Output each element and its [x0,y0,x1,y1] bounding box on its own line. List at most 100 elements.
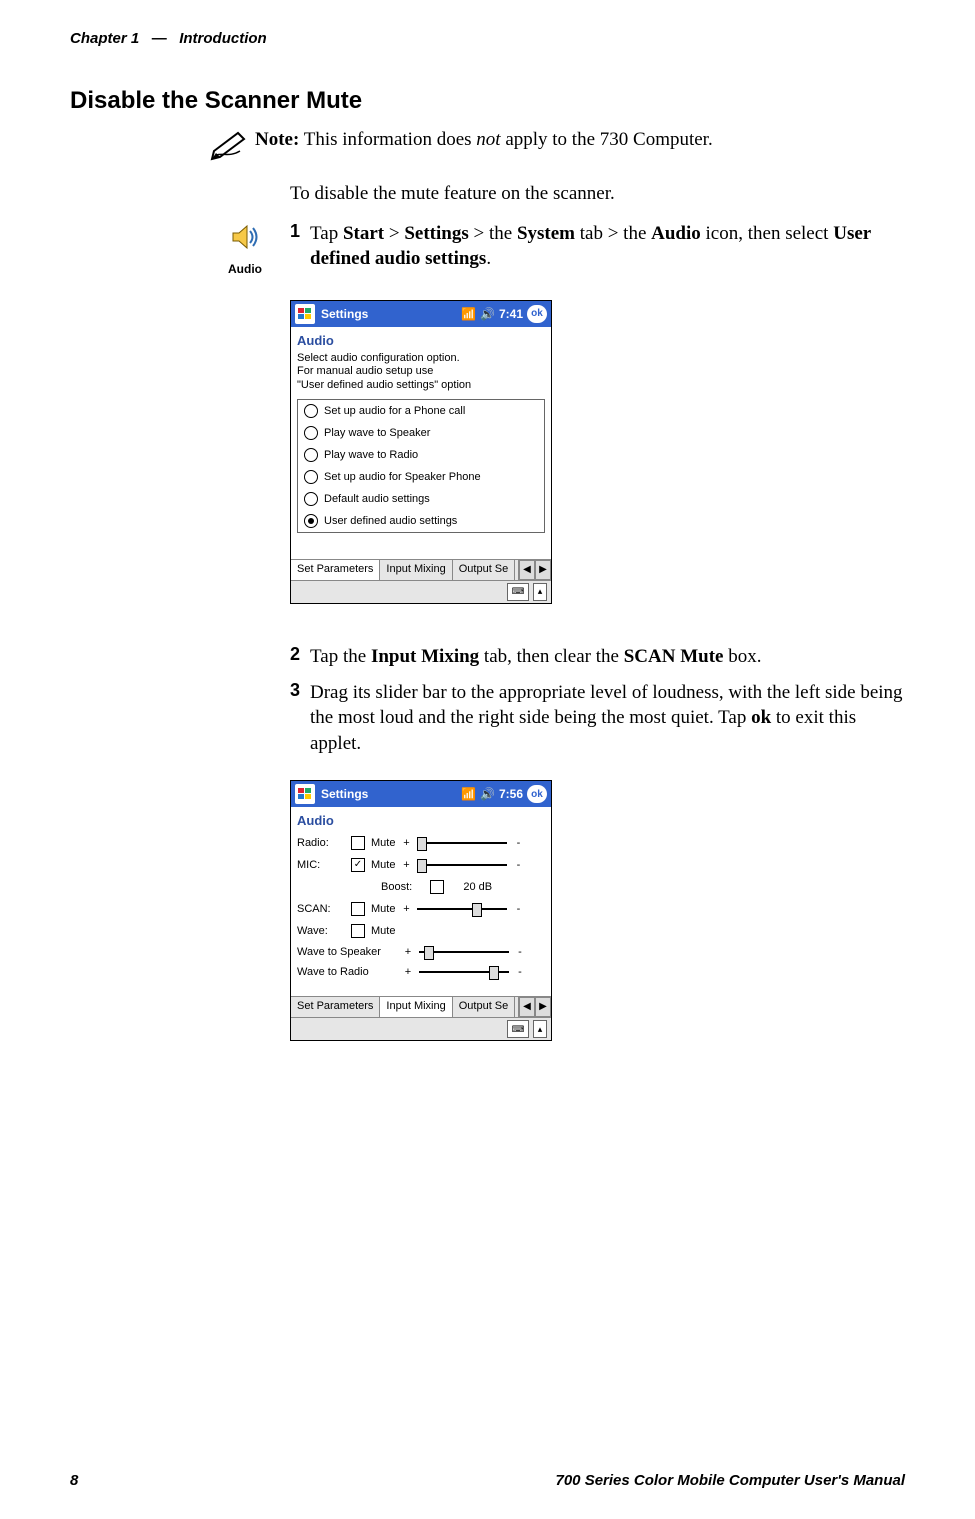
row-wave-to-radio: Wave to Radio + - [291,962,551,982]
window-title: Settings [319,307,461,321]
radio-phone-call[interactable]: Set up audio for a Phone call [298,400,544,422]
volume-icon[interactable]: 🔊 [480,307,495,321]
radio-user-defined[interactable]: User defined audio settings [298,510,544,532]
boost-checkbox[interactable] [430,880,444,894]
radio-group: Set up audio for a Phone call Play wave … [297,399,545,533]
row-radio: Radio: Mute + - [291,832,551,854]
label-scan: SCAN: [297,903,345,915]
wave-speaker-slider[interactable] [419,951,509,953]
section-heading: Disable the Scanner Mute [70,87,905,115]
minus-icon: - [515,946,525,958]
radio-speaker-phone[interactable]: Set up audio for Speaker Phone [298,466,544,488]
page-number: 8 [70,1472,78,1489]
sip-bar: ⌨ ▴ [291,580,551,603]
minus-icon: - [515,966,525,978]
radio-wave-speaker[interactable]: Play wave to Speaker [298,422,544,444]
step-number: 2 [290,644,310,665]
radio-wave-radio[interactable]: Play wave to Radio [298,444,544,466]
clock-text: 7:41 [499,307,523,321]
keyboard-icon[interactable]: ⌨ [507,1020,529,1038]
radio-mute-checkbox[interactable] [351,836,365,850]
manual-title: 700 Series Color Mobile Computer User's … [556,1472,906,1489]
radio-icon [304,404,318,418]
screenshot-set-parameters: Settings 📶 🔊 7:41 ok Audio Select audio … [290,300,552,604]
tab-scroll-right[interactable]: ▶ [535,997,551,1017]
note-icon [210,127,255,161]
tab-scroll-left[interactable]: ◀ [519,997,535,1017]
intro-paragraph: To disable the mute feature on the scann… [290,181,905,207]
volume-icon[interactable]: 🔊 [480,787,495,801]
tab-set-parameters[interactable]: Set Parameters [291,997,380,1017]
keyboard-icon[interactable]: ⌨ [507,583,529,601]
plus-icon: + [403,946,413,958]
tab-output-settings[interactable]: Output Se [453,560,516,580]
tab-scroll-left[interactable]: ◀ [519,560,535,580]
tab-input-mixing[interactable]: Input Mixing [380,560,452,580]
applet-title: Audio [291,807,551,832]
row-scan: SCAN: Mute + - [291,898,551,920]
row-wave: Wave: Mute [291,920,551,942]
mic-slider[interactable] [417,864,507,866]
header-separator: — [143,30,175,47]
signal-icon: 📶 [461,307,476,321]
tab-strip: Set Parameters Input Mixing Output Se ◀ … [291,996,551,1017]
note-lead: Note: [255,129,299,150]
radio-icon [304,426,318,440]
instruction-text: Select audio configuration option. For m… [291,352,551,399]
radio-slider[interactable] [417,842,507,844]
plus-icon: + [401,837,411,849]
step-number: 1 [290,221,310,242]
step-3-text: Drag its slider bar to the appropriate l… [310,680,905,757]
note-italic: not [476,129,500,150]
tab-output-settings[interactable]: Output Se [453,997,516,1017]
minus-icon: - [513,837,523,849]
radio-default[interactable]: Default audio settings [298,488,544,510]
chapter-title: Introduction [179,30,266,47]
wave-mute-checkbox[interactable] [351,924,365,938]
radio-icon [304,448,318,462]
audio-icon-caption: Audio [215,262,275,276]
label-mic: MIC: [297,859,345,871]
wave-radio-slider[interactable] [419,971,509,973]
label-wave-to-radio: Wave to Radio [297,966,397,978]
label-wave: Wave: [297,925,345,937]
plus-icon: + [401,903,411,915]
chapter-number: Chapter 1 [70,30,139,47]
boost-value: 20 dB [463,881,492,893]
window-title: Settings [319,787,461,801]
page-footer: 8 700 Series Color Mobile Computer User'… [70,1472,905,1489]
tab-strip: Set Parameters Input Mixing Output Se ◀ … [291,559,551,580]
plus-icon: + [401,859,411,871]
tab-scroll-right[interactable]: ▶ [535,560,551,580]
radio-icon [304,514,318,528]
row-wave-to-speaker: Wave to Speaker + - [291,942,551,962]
start-flag-icon[interactable] [295,304,315,324]
note-text: Note: This information does not apply to… [255,127,713,153]
tab-set-parameters[interactable]: Set Parameters [291,560,380,580]
scan-slider[interactable] [417,908,507,910]
label-boost: Boost: [381,881,412,893]
applet-title: Audio [291,327,551,352]
mic-mute-checkbox[interactable] [351,858,365,872]
start-flag-icon[interactable] [295,784,315,804]
sip-arrow-icon[interactable]: ▴ [533,583,547,601]
clock-text: 7:56 [499,787,523,801]
tab-input-mixing[interactable]: Input Mixing [380,997,452,1017]
window-titlebar: Settings 📶 🔊 7:41 ok [291,301,551,327]
row-mic: MIC: Mute + - [291,854,551,876]
scan-mute-checkbox[interactable] [351,902,365,916]
sip-bar: ⌨ ▴ [291,1017,551,1040]
radio-icon [304,492,318,506]
step-number: 3 [290,680,310,701]
step-1-text: Tap Start > Settings > the System tab > … [310,221,905,272]
radio-icon [304,470,318,484]
sip-arrow-icon[interactable]: ▴ [533,1020,547,1038]
ok-button[interactable]: ok [527,785,547,803]
minus-icon: - [513,859,523,871]
row-mic-boost: Boost: 20 dB [291,876,551,898]
ok-button[interactable]: ok [527,305,547,323]
signal-icon: 📶 [461,787,476,801]
label-radio: Radio: [297,837,345,849]
audio-applet-icon: Audio [215,221,275,276]
running-header: Chapter 1 — Introduction [70,30,905,47]
